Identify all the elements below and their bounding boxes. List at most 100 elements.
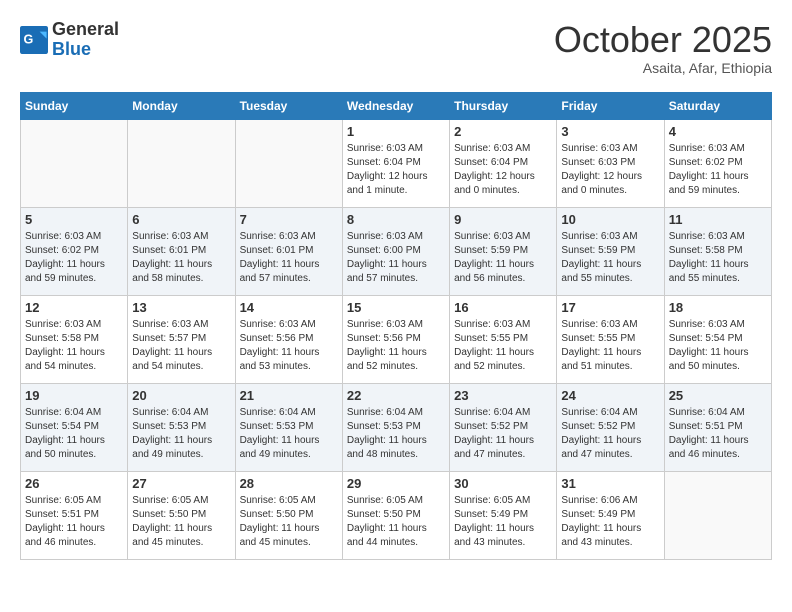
calendar-week-row: 26 Sunrise: 6:05 AMSunset: 5:51 PMDayligh…: [21, 471, 772, 559]
calendar-week-row: 5Sunrise: 6:03 AMSunset: 6:02 PMDaylight…: [21, 207, 772, 295]
day-info: Sunrise: 6:04 AMSunset: 5:53 PMDaylight:…: [240, 406, 338, 462]
day-number: 27: [132, 476, 230, 491]
location-subtitle: Asaita, Afar, Ethiopia: [554, 60, 772, 76]
calendar-day-cell: 10 Sunrise: 6:03 AMSunset: 5:59 PMDayligh…: [557, 207, 664, 295]
day-info: Sunrise: 6:03 AMSunset: 5:56 PMDaylight:…: [240, 318, 338, 374]
weekday-header-wednesday: Wednesday: [342, 92, 449, 119]
day-number: 15: [347, 300, 445, 315]
day-info: Sunrise: 6:03 AMSunset: 6:01 PMDaylight:…: [240, 230, 338, 286]
calendar-day-cell: 16 Sunrise: 6:03 AMSunset: 5:55 PMDayligh…: [450, 295, 557, 383]
day-info: Sunrise: 6:05 AMSunset: 5:51 PMDaylight:…: [25, 494, 123, 550]
day-number: 20: [132, 388, 230, 403]
calendar-day-cell: 4Sunrise: 6:03 AMSunset: 6:02 PMDaylight…: [664, 119, 771, 207]
calendar-day-cell: 24 Sunrise: 6:04 AMSunset: 5:52 PMDayligh…: [557, 383, 664, 471]
day-info: Sunrise: 6:03 AMSunset: 5:55 PMDaylight:…: [561, 318, 659, 374]
calendar-day-cell: 15Sunrise: 6:03 AMSunset: 5:56 PMDayligh…: [342, 295, 449, 383]
calendar-day-cell: 8 Sunrise: 6:03 AMSunset: 6:00 PMDaylight…: [342, 207, 449, 295]
calendar-day-cell: 14Sunrise: 6:03 AMSunset: 5:56 PMDayligh…: [235, 295, 342, 383]
logo-general: General: [52, 19, 119, 39]
day-info: Sunrise: 6:04 AMSunset: 5:53 PMDaylight:…: [347, 406, 445, 462]
calendar-day-cell: 1 Sunrise: 6:03 AMSunset: 6:04 PMDaylight…: [342, 119, 449, 207]
day-number: 26: [25, 476, 123, 491]
calendar-day-cell: 18 Sunrise: 6:03 AMSunset: 5:54 PMDayligh…: [664, 295, 771, 383]
day-info: Sunrise: 6:04 AMSunset: 5:52 PMDaylight:…: [561, 406, 659, 462]
calendar-week-row: 19 Sunrise: 6:04 AMSunset: 5:54 PMDayligh…: [21, 383, 772, 471]
day-number: 29: [347, 476, 445, 491]
day-info: Sunrise: 6:03 AMSunset: 6:00 PMDaylight:…: [347, 230, 445, 286]
calendar-table: SundayMondayTuesdayWednesdayThursdayFrid…: [20, 92, 772, 560]
calendar-week-row: 12Sunrise: 6:03 AMSunset: 5:58 PMDayligh…: [21, 295, 772, 383]
day-number: 18: [669, 300, 767, 315]
calendar-day-cell: 19 Sunrise: 6:04 AMSunset: 5:54 PMDayligh…: [21, 383, 128, 471]
calendar-day-cell: [235, 119, 342, 207]
logo-blue: Blue: [52, 39, 91, 59]
day-info: Sunrise: 6:03 AMSunset: 5:54 PMDaylight:…: [669, 318, 767, 374]
logo: G General Blue: [20, 20, 119, 60]
day-number: 8: [347, 212, 445, 227]
calendar-day-cell: 9 Sunrise: 6:03 AMSunset: 5:59 PMDaylight…: [450, 207, 557, 295]
calendar-day-cell: 20 Sunrise: 6:04 AMSunset: 5:53 PMDayligh…: [128, 383, 235, 471]
logo-icon: G: [20, 26, 48, 54]
calendar-day-cell: 3Sunrise: 6:03 AMSunset: 6:03 PMDaylight…: [557, 119, 664, 207]
day-number: 13: [132, 300, 230, 315]
day-number: 17: [561, 300, 659, 315]
day-info: Sunrise: 6:03 AMSunset: 5:58 PMDaylight:…: [669, 230, 767, 286]
calendar-day-cell: 23 Sunrise: 6:04 AMSunset: 5:52 PMDayligh…: [450, 383, 557, 471]
day-number: 11: [669, 212, 767, 227]
page-header: G General Blue October 2025 Asaita, Afar…: [20, 20, 772, 76]
calendar-day-cell: [21, 119, 128, 207]
day-number: 24: [561, 388, 659, 403]
calendar-day-cell: 29 Sunrise: 6:05 AMSunset: 5:50 PMDayligh…: [342, 471, 449, 559]
weekday-header-friday: Friday: [557, 92, 664, 119]
calendar-day-cell: 31Sunrise: 6:06 AMSunset: 5:49 PMDayligh…: [557, 471, 664, 559]
day-number: 30: [454, 476, 552, 491]
weekday-header-monday: Monday: [128, 92, 235, 119]
day-number: 28: [240, 476, 338, 491]
day-number: 25: [669, 388, 767, 403]
day-info: Sunrise: 6:03 AMSunset: 5:59 PMDaylight:…: [454, 230, 552, 286]
day-number: 23: [454, 388, 552, 403]
weekday-header-tuesday: Tuesday: [235, 92, 342, 119]
day-number: 21: [240, 388, 338, 403]
svg-text:G: G: [24, 32, 34, 46]
day-number: 16: [454, 300, 552, 315]
day-info: Sunrise: 6:05 AMSunset: 5:50 PMDaylight:…: [347, 494, 445, 550]
weekday-header-saturday: Saturday: [664, 92, 771, 119]
day-number: 12: [25, 300, 123, 315]
day-number: 4: [669, 124, 767, 139]
day-number: 22: [347, 388, 445, 403]
day-info: Sunrise: 6:04 AMSunset: 5:54 PMDaylight:…: [25, 406, 123, 462]
weekday-header-row: SundayMondayTuesdayWednesdayThursdayFrid…: [21, 92, 772, 119]
day-info: Sunrise: 6:03 AMSunset: 5:55 PMDaylight:…: [454, 318, 552, 374]
day-info: Sunrise: 6:04 AMSunset: 5:53 PMDaylight:…: [132, 406, 230, 462]
day-number: 19: [25, 388, 123, 403]
calendar-day-cell: 17 Sunrise: 6:03 AMSunset: 5:55 PMDayligh…: [557, 295, 664, 383]
weekday-header-thursday: Thursday: [450, 92, 557, 119]
calendar-day-cell: 5Sunrise: 6:03 AMSunset: 6:02 PMDaylight…: [21, 207, 128, 295]
day-info: Sunrise: 6:04 AMSunset: 5:52 PMDaylight:…: [454, 406, 552, 462]
calendar-day-cell: [128, 119, 235, 207]
calendar-day-cell: 12Sunrise: 6:03 AMSunset: 5:58 PMDayligh…: [21, 295, 128, 383]
day-info: Sunrise: 6:03 AMSunset: 5:57 PMDaylight:…: [132, 318, 230, 374]
title-block: October 2025 Asaita, Afar, Ethiopia: [554, 20, 772, 76]
day-info: Sunrise: 6:03 AMSunset: 6:04 PMDaylight:…: [347, 142, 445, 198]
day-number: 6: [132, 212, 230, 227]
calendar-day-cell: 28 Sunrise: 6:05 AMSunset: 5:50 PMDayligh…: [235, 471, 342, 559]
day-number: 10: [561, 212, 659, 227]
day-number: 1: [347, 124, 445, 139]
calendar-day-cell: 25 Sunrise: 6:04 AMSunset: 5:51 PMDayligh…: [664, 383, 771, 471]
calendar-day-cell: 11 Sunrise: 6:03 AMSunset: 5:58 PMDayligh…: [664, 207, 771, 295]
calendar-day-cell: 26 Sunrise: 6:05 AMSunset: 5:51 PMDayligh…: [21, 471, 128, 559]
day-number: 9: [454, 212, 552, 227]
day-number: 31: [561, 476, 659, 491]
calendar-day-cell: 2Sunrise: 6:03 AMSunset: 6:04 PMDaylight…: [450, 119, 557, 207]
weekday-header-sunday: Sunday: [21, 92, 128, 119]
day-info: Sunrise: 6:05 AMSunset: 5:50 PMDaylight:…: [240, 494, 338, 550]
day-number: 5: [25, 212, 123, 227]
day-number: 3: [561, 124, 659, 139]
day-info: Sunrise: 6:04 AMSunset: 5:51 PMDaylight:…: [669, 406, 767, 462]
day-number: 7: [240, 212, 338, 227]
day-info: Sunrise: 6:03 AMSunset: 5:59 PMDaylight:…: [561, 230, 659, 286]
day-info: Sunrise: 6:05 AMSunset: 5:49 PMDaylight:…: [454, 494, 552, 550]
calendar-day-cell: 22 Sunrise: 6:04 AMSunset: 5:53 PMDayligh…: [342, 383, 449, 471]
